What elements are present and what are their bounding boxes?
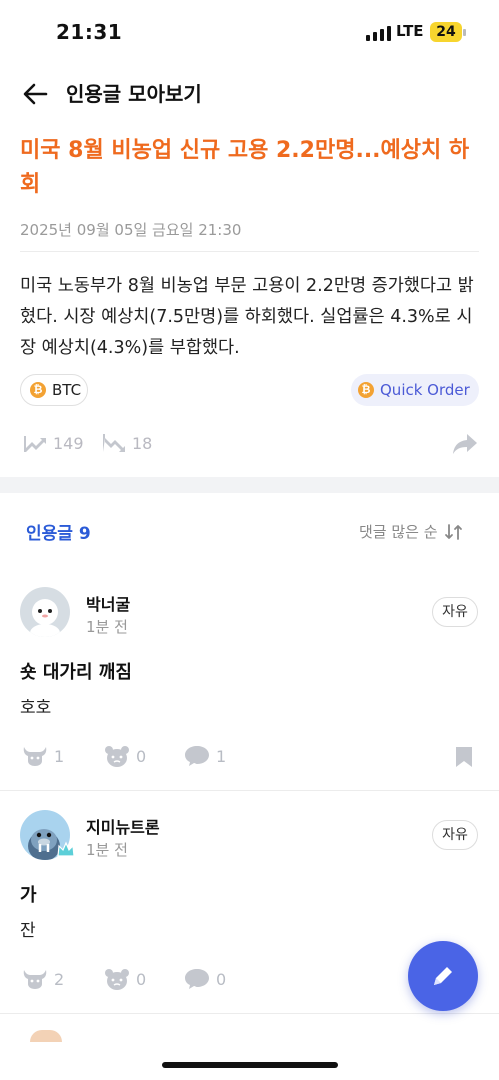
bitcoin-icon: ₿ (358, 382, 374, 398)
network-label: LTE (396, 22, 424, 40)
bookmark-icon[interactable] (455, 746, 473, 772)
divider (20, 251, 479, 252)
trend-up-icon (24, 436, 46, 452)
crown-badge-icon (56, 840, 76, 860)
share-icon[interactable] (452, 432, 478, 460)
quotes-header: 인용글 9 (26, 519, 91, 544)
reply-button[interactable]: 0 (184, 968, 226, 990)
bear-reaction-button[interactable]: 0 (104, 968, 146, 990)
bull-icon (23, 970, 47, 989)
comment-username[interactable]: 박너굴 (86, 591, 130, 615)
trend-down-icon (103, 434, 125, 452)
comment-username[interactable]: 지미뉴트론 (86, 814, 160, 838)
reply-count: 0 (216, 969, 227, 989)
bullish-count: 149 (53, 433, 84, 453)
coin-tag-label: BTC (52, 381, 82, 399)
write-post-button[interactable] (408, 941, 478, 1011)
battery-cap (463, 29, 466, 36)
back-arrow-icon[interactable] (20, 78, 52, 110)
category-tag[interactable]: 자유 (432, 820, 478, 850)
bull-reaction-button[interactable]: 1 (22, 745, 64, 767)
home-indicator[interactable] (162, 1062, 338, 1068)
comment-title[interactable]: 가 (20, 881, 37, 907)
article-body: 미국 노동부가 8월 비농업 부문 고용이 2.2만명 증가했다고 밝혔다. 시… (20, 276, 474, 358)
comment-time: 1분 전 (86, 841, 128, 859)
bull-reaction-button[interactable]: 2 (22, 968, 64, 990)
category-tag[interactable]: 자유 (432, 597, 478, 627)
sort-dropdown[interactable]: 댓글 많은 순 (359, 521, 464, 542)
coin-tag-btc[interactable]: ₿ BTC (20, 374, 88, 406)
avatar[interactable] (30, 1030, 62, 1042)
page-title: 인용글 모아보기 (66, 82, 202, 106)
bearish-count: 18 (132, 433, 153, 453)
bear-icon (105, 746, 129, 767)
avatar[interactable] (20, 587, 70, 637)
divider (0, 1013, 499, 1014)
comment-body[interactable]: 호호 (20, 693, 51, 718)
quotes-count: 9 (78, 524, 91, 544)
bullish-reaction-button[interactable]: 149 (22, 432, 84, 454)
sort-label: 댓글 많은 순 (359, 523, 438, 541)
comment-title[interactable]: 숏 대가리 깨짐 (20, 658, 132, 684)
bear-count: 0 (136, 969, 147, 989)
status-time: 21:31 (56, 20, 123, 44)
reply-count: 1 (216, 746, 227, 766)
divider (0, 790, 499, 791)
bear-icon (105, 969, 129, 990)
battery-icon: 24 (430, 22, 462, 42)
quick-order-button[interactable]: ₿ Quick Order (351, 374, 479, 406)
sort-icon (444, 523, 462, 540)
bearish-reaction-button[interactable]: 18 (101, 432, 152, 454)
bear-count: 0 (136, 746, 147, 766)
bull-count: 1 (54, 746, 65, 766)
bear-reaction-button[interactable]: 0 (104, 745, 146, 767)
article-datetime: 2025년 09월 05일 금요일 21:30 (20, 221, 242, 239)
quotes-title: 인용글 (26, 524, 73, 544)
quick-order-label: Quick Order (380, 381, 470, 399)
pencil-icon (434, 967, 452, 985)
speech-bubble-icon (185, 746, 209, 766)
bull-icon (23, 747, 47, 766)
bitcoin-icon: ₿ (30, 382, 46, 398)
speech-bubble-icon (185, 969, 209, 989)
reply-button[interactable]: 1 (184, 745, 226, 767)
article-headline: 미국 8월 비농업 신규 고용 2.2만명...예상치 하회 (20, 138, 470, 197)
comment-body[interactable]: 잔 (20, 916, 36, 941)
signal-icon (366, 26, 391, 41)
comment-time: 1분 전 (86, 618, 128, 636)
bull-count: 2 (54, 969, 65, 989)
section-separator (0, 477, 499, 493)
